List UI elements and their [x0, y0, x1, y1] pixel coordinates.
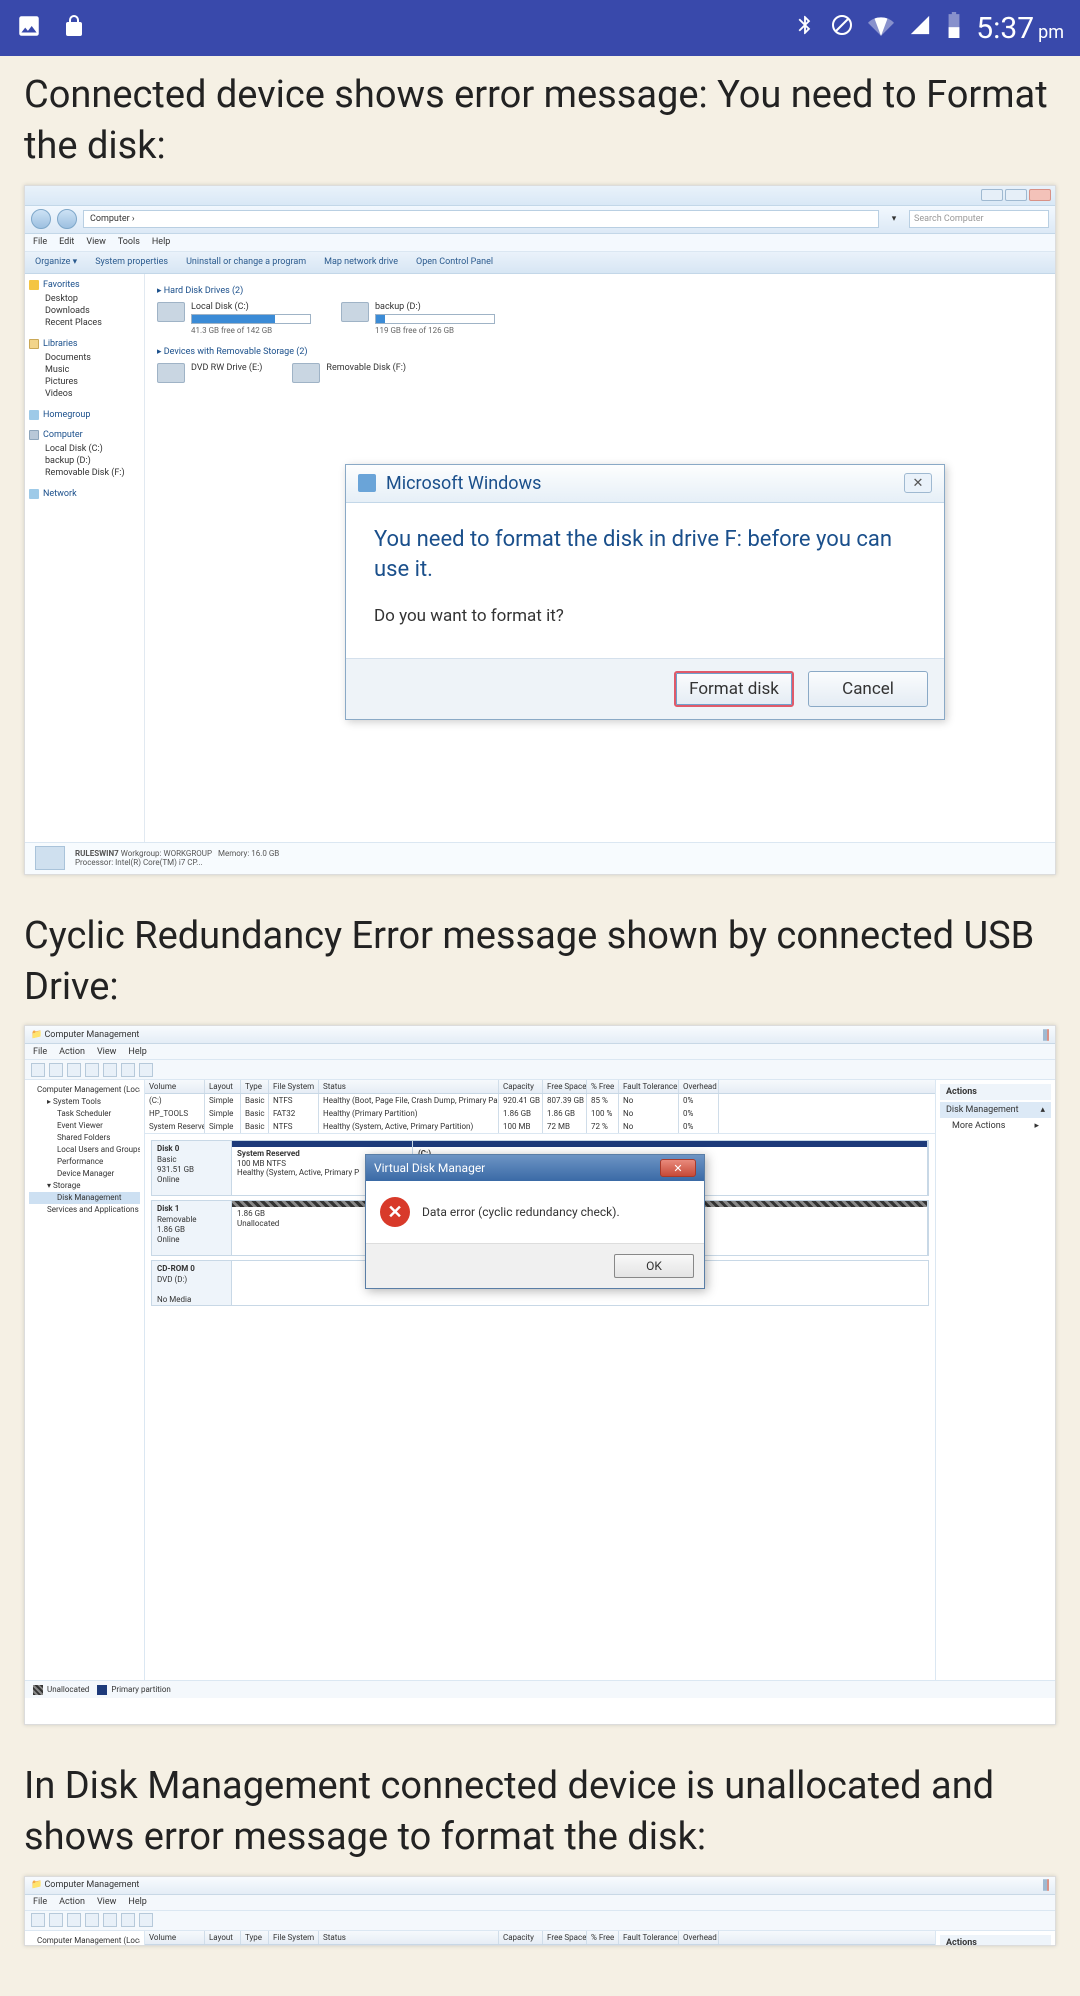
volume-grid: VolumeLayoutTypeFile SystemStatusCapacit… [145, 1080, 935, 1134]
toolbar [25, 1060, 1055, 1080]
actions-pane: Actions Disk Management▴ More Actions▸ [935, 1080, 1055, 1680]
disk-map: Disk 0Basic931.51 GBOnline System Reserv… [145, 1134, 935, 1680]
vdm-error-dialog: Virtual Disk Manager✕ ✕ Data error (cycli… [365, 1154, 705, 1289]
format-dialog: Microsoft Windows✕ You need to format th… [345, 464, 945, 721]
clock-time: 5:37pm [976, 11, 1064, 46]
format-disk-button: Format disk [674, 671, 794, 707]
computer-icon [35, 846, 65, 870]
legend-bar: Unallocated Primary partition [25, 1680, 1055, 1698]
nav-tree: Computer Management (Local) ▸ System Too… [25, 1080, 145, 1680]
error-icon: ✕ [380, 1197, 410, 1227]
error-message: Data error (cyclic redundancy check). [422, 1205, 620, 1219]
status-bar: RULESWIN7 Workgroup: WORKGROUP Memory: 1… [25, 842, 1055, 874]
toolbar: Organize ▾System propertiesUninstall or … [25, 252, 1055, 274]
section3-text: In Disk Management connected device is u… [24, 1761, 1056, 1864]
close-button [1029, 189, 1051, 201]
signal-icon [908, 13, 932, 43]
explorer-sidebar: Favorites DesktopDownloadsRecent Places … [25, 274, 145, 844]
battery-icon [946, 12, 962, 45]
android-statusbar: 5:37pm [0, 0, 1080, 56]
maximize-button [1005, 189, 1027, 201]
fwd-icon [49, 1063, 63, 1077]
dialog-close-icon: ✕ [904, 473, 932, 493]
drive-dvd: DVD RW Drive (E:) [157, 363, 262, 383]
drive-icon [292, 363, 320, 383]
window-titlebar: 📁 Computer Management [25, 1026, 1055, 1044]
section1-text: Connected device shows error message: Yo… [24, 70, 1056, 173]
drive-f: Removable Disk (F:) [292, 363, 406, 383]
minimize-button [981, 189, 1003, 201]
section2-text: Cyclic Redundancy Error message shown by… [24, 911, 1056, 1014]
breadcrumb: Computer › [83, 210, 879, 228]
drive-icon [157, 302, 185, 322]
address-bar: Computer › ▾ Search Computer [25, 206, 1055, 234]
no-sim-icon [830, 13, 854, 44]
dialog-titlebar: Virtual Disk Manager✕ [366, 1155, 704, 1181]
ok-button: OK [614, 1254, 694, 1278]
bluetooth-icon [794, 13, 816, 43]
dialog-question: Do you want to format it? [374, 606, 916, 626]
nav-fwd-icon [57, 209, 77, 229]
drive-d: backup (D:)119 GB free of 126 GB [341, 302, 495, 335]
window-icon [358, 474, 376, 492]
screenshot-diskmgmt-2: 📁 Computer Management FileActionViewHelp… [24, 1876, 1056, 1946]
nav-back-icon [31, 209, 51, 229]
wifi-icon [868, 13, 894, 43]
image-icon [16, 13, 42, 43]
dialog-message: You need to format the disk in drive F: … [374, 525, 916, 587]
dvd-icon [157, 363, 185, 383]
window-titlebar [25, 186, 1055, 206]
menu-bar: FileActionViewHelp [25, 1044, 1055, 1060]
dialog-titlebar: Microsoft Windows✕ [346, 465, 944, 503]
cancel-button: Cancel [808, 671, 928, 707]
back-icon [31, 1063, 45, 1077]
screenshot-explorer: Computer › ▾ Search Computer FileEditVie… [24, 185, 1056, 875]
search-input: Search Computer [909, 210, 1049, 228]
explorer-main: ▸ Hard Disk Drives (2) Local Disk (C:)41… [145, 274, 1055, 844]
article-content[interactable]: Connected device shows error message: Yo… [0, 56, 1080, 1996]
drive-icon [341, 302, 369, 322]
lock-icon [62, 14, 86, 42]
drive-c: Local Disk (C:)41.3 GB free of 142 GB [157, 302, 311, 335]
close-icon: ✕ [660, 1159, 696, 1177]
menu-bar: FileEditViewToolsHelp [25, 234, 1055, 252]
screenshot-diskmgmt: 📁 Computer Management FileActionViewHelp… [24, 1025, 1056, 1725]
